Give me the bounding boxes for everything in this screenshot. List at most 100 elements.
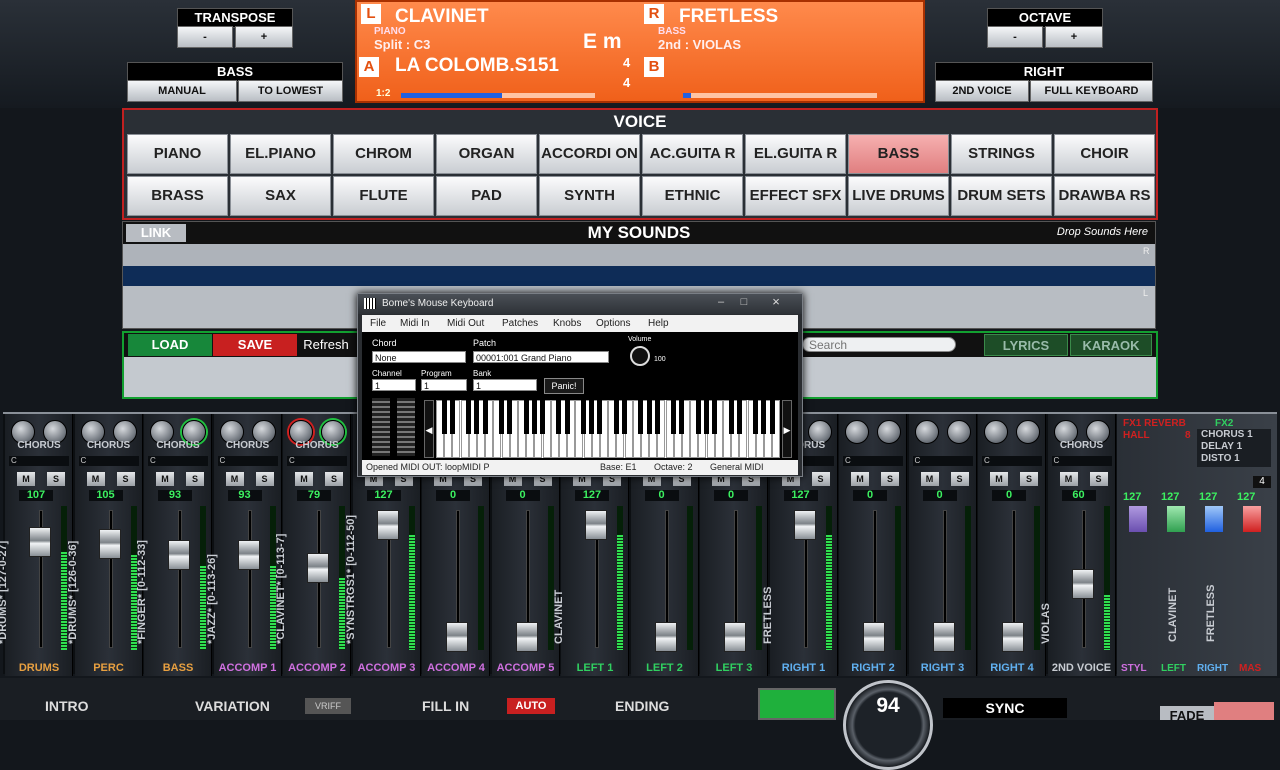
volume-fader[interactable]: [237, 540, 260, 571]
black-key[interactable]: [597, 400, 603, 434]
black-key[interactable]: [712, 400, 718, 434]
search-input[interactable]: [802, 337, 956, 352]
black-key[interactable]: [556, 400, 562, 434]
karaoke-button[interactable]: KARAOK: [1070, 334, 1152, 356]
black-key[interactable]: [695, 400, 701, 434]
piano-keyboard[interactable]: [436, 400, 781, 458]
chorus-knob[interactable]: [877, 420, 901, 444]
full-keyboard-button[interactable]: FULL KEYBOARD: [1030, 80, 1153, 102]
ending-button[interactable]: ENDING: [615, 698, 669, 714]
intro-button[interactable]: INTRO: [45, 698, 89, 714]
mute-button[interactable]: M: [990, 472, 1008, 486]
voice-button[interactable]: DRUM SETS: [951, 176, 1052, 216]
black-key[interactable]: [646, 400, 652, 434]
hall-label[interactable]: HALL: [1123, 430, 1150, 441]
mute-button[interactable]: M: [86, 472, 105, 486]
black-key[interactable]: [466, 400, 472, 434]
pitch-wheel[interactable]: [372, 398, 390, 456]
pan-indicator[interactable]: C: [843, 456, 903, 466]
panic-button[interactable]: Panic!: [544, 378, 584, 394]
left-fader[interactable]: [1167, 506, 1185, 532]
black-key[interactable]: [507, 400, 513, 434]
voice-button[interactable]: STRINGS: [951, 134, 1052, 174]
solo-button[interactable]: S: [186, 472, 204, 486]
black-key[interactable]: [474, 400, 480, 434]
keyboard-scroll-left[interactable]: ◀: [424, 400, 434, 458]
reverb-knob[interactable]: [984, 420, 1008, 444]
pan-indicator[interactable]: C: [217, 456, 278, 466]
voice-button[interactable]: BRASS: [127, 176, 228, 216]
link-button[interactable]: LINK: [126, 224, 186, 242]
black-key[interactable]: [441, 400, 447, 434]
black-key[interactable]: [589, 400, 595, 434]
mute-button[interactable]: M: [1059, 472, 1078, 486]
voice-button[interactable]: DRAWBA RS: [1054, 176, 1155, 216]
pan-indicator[interactable]: C: [148, 456, 208, 466]
volume-fader[interactable]: [1071, 569, 1094, 600]
reverb-knob[interactable]: [845, 420, 869, 444]
save-button[interactable]: SAVE: [213, 334, 297, 356]
volume-fader[interactable]: [29, 526, 51, 557]
mute-button[interactable]: M: [295, 472, 313, 486]
volume-fader[interactable]: [654, 622, 677, 652]
master-fader[interactable]: [1243, 506, 1261, 532]
voice-button[interactable]: CHROM: [333, 134, 434, 174]
pan-indicator[interactable]: C: [9, 456, 69, 466]
voice-button[interactable]: AC.GUITA R: [642, 134, 743, 174]
menu-midi-out[interactable]: Midi Out: [447, 318, 484, 329]
mod-wheel[interactable]: [397, 398, 415, 456]
mute-button[interactable]: M: [851, 472, 869, 486]
solo-button[interactable]: S: [116, 472, 135, 486]
black-key[interactable]: [580, 400, 586, 434]
black-key[interactable]: [654, 400, 660, 434]
black-key[interactable]: [539, 400, 545, 434]
black-key[interactable]: [613, 400, 619, 434]
menu-options[interactable]: Options: [596, 318, 630, 329]
channel-field[interactable]: 1: [372, 379, 416, 391]
black-key[interactable]: [679, 400, 685, 434]
bass-manual-button[interactable]: MANUAL: [127, 80, 237, 102]
menu-midi-in[interactable]: Midi In: [400, 318, 429, 329]
fade-button[interactable]: FADE: [1160, 706, 1214, 720]
sync-button[interactable]: SYNC: [943, 698, 1067, 718]
mute-button[interactable]: M: [225, 472, 244, 486]
octave-plus-button[interactable]: +: [1045, 26, 1103, 48]
close-icon[interactable]: ×: [756, 294, 796, 309]
black-key[interactable]: [728, 400, 734, 434]
voice-button[interactable]: BASS: [848, 134, 949, 174]
solo-button[interactable]: S: [881, 472, 899, 486]
black-key[interactable]: [531, 400, 537, 434]
maximize-icon[interactable]: □: [733, 296, 755, 308]
black-key[interactable]: [449, 400, 455, 434]
volume-fader[interactable]: [793, 510, 816, 540]
pan-indicator[interactable]: C: [912, 456, 973, 466]
right-fader[interactable]: [1205, 506, 1223, 532]
solo-button[interactable]: S: [47, 472, 65, 486]
volume-fader[interactable]: [585, 510, 607, 540]
lyrics-button[interactable]: LYRICS: [984, 334, 1068, 356]
bass-to-lowest-button[interactable]: TO LOWEST: [238, 80, 343, 102]
volume-fader[interactable]: [724, 622, 746, 652]
solo-button[interactable]: S: [255, 472, 274, 486]
voice-button[interactable]: EL.PIANO: [230, 134, 331, 174]
menu-patches[interactable]: Patches: [502, 318, 538, 329]
black-key[interactable]: [703, 400, 709, 434]
volume-fader[interactable]: [446, 622, 468, 652]
solo-button[interactable]: S: [950, 472, 969, 486]
chorus-knob[interactable]: [946, 420, 971, 444]
fx2-disto[interactable]: DISTO 1: [1197, 453, 1271, 465]
style-fader[interactable]: [1129, 506, 1147, 532]
voice-button[interactable]: CHOIR: [1054, 134, 1155, 174]
black-key[interactable]: [671, 400, 677, 434]
black-key[interactable]: [621, 400, 627, 434]
black-key[interactable]: [482, 400, 488, 434]
volume-fader[interactable]: [307, 552, 329, 583]
fx2-delay[interactable]: DELAY 1: [1197, 441, 1271, 453]
volume-fader[interactable]: [863, 622, 885, 652]
menu-file[interactable]: File: [370, 318, 386, 329]
patch-select[interactable]: 00001:001 Grand Piano: [473, 351, 609, 363]
keyboard-scroll-right[interactable]: ▶: [782, 400, 792, 458]
voice-button[interactable]: SAX: [230, 176, 331, 216]
bank-field[interactable]: 1: [473, 379, 537, 391]
volume-fader[interactable]: [98, 529, 121, 560]
